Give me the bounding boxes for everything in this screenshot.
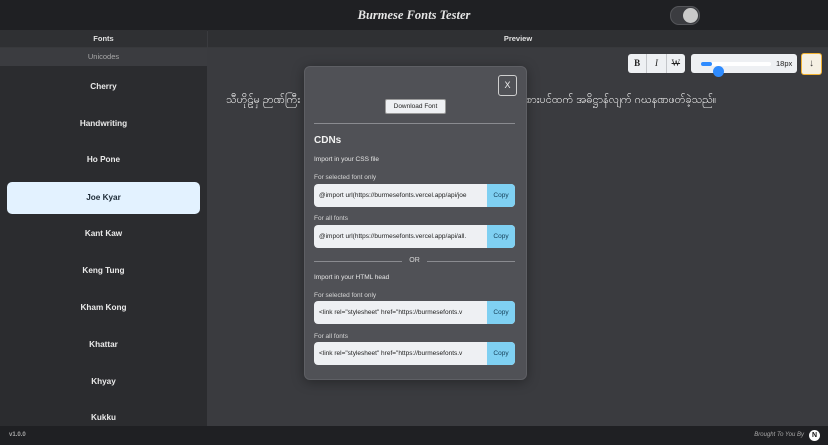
font-size-control: 18px	[691, 54, 797, 77]
slider-thumb[interactable]	[713, 66, 724, 77]
font-item-ho-pone[interactable]: Ho Pone	[7, 144, 200, 176]
html-section-label: Import in your HTML head	[314, 274, 390, 281]
copy-button[interactable]: Copy	[487, 301, 515, 324]
css-selected-snippet[interactable]: @import url(https://burmesefonts.vercel.…	[319, 184, 485, 207]
font-item-cherry[interactable]: Cherry	[7, 71, 200, 103]
css-all-label: For all fonts	[314, 215, 348, 222]
copy-button[interactable]: Copy	[487, 225, 515, 248]
font-item-kukku[interactable]: Kukku	[7, 402, 200, 426]
font-item-khattar[interactable]: Khattar	[7, 329, 200, 361]
italic-button[interactable]: I	[647, 54, 667, 73]
credit-label: Brought To You By	[754, 432, 804, 438]
top-bar: Burmese Fonts Tester	[0, 0, 828, 31]
copy-button[interactable]: Copy	[487, 342, 515, 365]
font-size-value: 18px	[776, 59, 793, 68]
preview-text-continued: စားပင်ထက် အဓိဋ္ဌာန်လျက် ဂဃနဏဖတ်ခဲ့သည်။	[526, 94, 717, 106]
html-all-code: <link rel="stylesheet" href="https://bur…	[314, 342, 515, 365]
version-label: v1.0.0	[9, 432, 26, 438]
font-item-kant-kaw[interactable]: Kant Kaw	[7, 218, 200, 250]
html-all-snippet[interactable]: <link rel="stylesheet" href="https://bur…	[319, 342, 485, 365]
close-button[interactable]: X	[498, 75, 517, 96]
footer: v1.0.0 Brought To You By N	[0, 426, 828, 445]
font-item-kham-kong[interactable]: Kham Kong	[7, 292, 200, 324]
slider-fill	[701, 62, 712, 66]
download-font-button[interactable]: Download Font	[385, 99, 446, 114]
download-modal: X Download Font CDNs Import in your CSS …	[304, 66, 527, 380]
css-all-code: @import url(https://burmesefonts.vercel.…	[314, 225, 515, 248]
html-selected-code: <link rel="stylesheet" href="https://bur…	[314, 301, 515, 324]
divider	[314, 123, 515, 124]
css-all-snippet[interactable]: @import url(https://burmesefonts.vercel.…	[319, 225, 485, 248]
sidebar: Fonts Unicodes Cherry Handwriting Ho Pon…	[0, 30, 207, 426]
font-item-keng-tung[interactable]: Keng Tung	[7, 255, 200, 287]
cdn-title: CDNs	[314, 135, 342, 146]
bold-button[interactable]: B	[628, 54, 648, 73]
copy-button[interactable]: Copy	[487, 184, 515, 207]
font-item-khyay[interactable]: Khyay	[7, 366, 200, 398]
app-title: Burmese Fonts Tester	[357, 8, 471, 22]
html-all-label: For all fonts	[314, 333, 348, 340]
html-selected-label: For selected font only	[314, 292, 377, 299]
css-selected-code: @import url(https://burmesefonts.vercel.…	[314, 184, 515, 207]
html-selected-snippet[interactable]: <link rel="stylesheet" href="https://bur…	[319, 301, 485, 324]
css-selected-label: For selected font only	[314, 174, 377, 181]
font-size-slider[interactable]	[701, 62, 771, 77]
author-logo-icon[interactable]: N	[809, 430, 820, 441]
toggle-knob	[683, 8, 698, 23]
preview-text: သီဟိုဠ်မှ ဉာဏ်ကြီး	[226, 94, 301, 106]
download-arrow-icon[interactable]: ↓	[801, 53, 822, 75]
unicodes-filter[interactable]: Unicodes	[0, 48, 207, 66]
font-item-handwriting[interactable]: Handwriting	[7, 108, 200, 140]
format-toolbar: B I W	[628, 54, 685, 73]
or-separator: OR	[314, 257, 515, 267]
preview-header: Preview	[208, 30, 828, 48]
strikethrough-button[interactable]: W	[667, 54, 685, 73]
theme-toggle[interactable]	[670, 6, 700, 25]
sidebar-header: Fonts	[0, 30, 207, 48]
or-line-right	[427, 261, 515, 262]
css-section-label: Import in your CSS file	[314, 156, 380, 163]
font-item-joe-kyar[interactable]: Joe Kyar	[7, 182, 200, 214]
